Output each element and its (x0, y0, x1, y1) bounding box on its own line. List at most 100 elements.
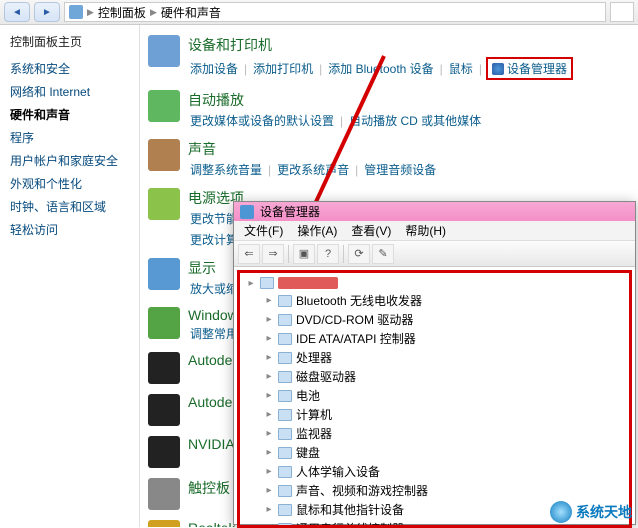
device-category-label: 电池 (296, 387, 320, 404)
breadcrumb-seg-2[interactable]: 硬件和声音 (161, 4, 221, 21)
sidebar: 控制面板主页 系统和安全网络和 Internet 硬件和声音程序用户帐户和家庭安全… (0, 25, 140, 527)
category-title[interactable]: 声音 (188, 139, 630, 159)
category-title[interactable]: 自动播放 (188, 90, 630, 110)
device-tree-node[interactable]: ▸ 监视器 (246, 424, 623, 443)
nav-forward-button[interactable]: ► (34, 2, 60, 22)
sidebar-item[interactable]: 外观和个性化 (10, 175, 129, 192)
category-link[interactable]: 更改系统声音 (275, 161, 351, 178)
sidebar-item[interactable]: 时钟、语言和区域 (10, 198, 129, 215)
breadcrumb[interactable]: ▶ 控制面板 ▶ 硬件和声音 (64, 2, 606, 22)
device-category-label: 鼠标和其他指针设备 (296, 501, 404, 518)
link-separator: | (355, 163, 358, 177)
sidebar-item[interactable]: 网络和 Internet (10, 83, 129, 100)
device-tree-panel[interactable]: ▸ ▸ Bluetooth 无线电收发器 ▸ DVD/CD-ROM 驱动器 ▸ IDE A… (237, 270, 632, 528)
category-section: 自动播放更改媒体或设备的默认设置|自动播放 CD 或其他媒体 (148, 90, 630, 129)
toolbar-properties-button[interactable]: ✎ (372, 244, 394, 264)
watermark-icon (550, 501, 572, 523)
category-title[interactable]: 设备和打印机 (188, 35, 630, 55)
expand-icon[interactable]: ▸ (264, 352, 274, 363)
device-tree-node[interactable]: ▸ Bluetooth 无线电收发器 (246, 291, 623, 310)
device-tree-node[interactable]: ▸人体学输入设备 (246, 462, 623, 481)
device-tree-node[interactable]: ▸ IDE ATA/ATAPI 控制器 (246, 329, 623, 348)
device-category-icon (278, 295, 292, 307)
category-link[interactable]: 添加打印机 (251, 60, 315, 77)
category-link[interactable]: 调整系统音量 (188, 161, 264, 178)
device-category-icon (278, 314, 292, 326)
sidebar-item[interactable]: 用户帐户和家庭安全 (10, 152, 129, 169)
device-category-label: Bluetooth 无线电收发器 (296, 292, 422, 309)
expand-icon[interactable]: ▸ (264, 485, 274, 496)
device-tree-node[interactable]: ▸ 声音、视频和游戏控制器 (246, 481, 623, 500)
device-category-icon (278, 409, 292, 421)
toolbar: ⇐ ⇒ ▣ ? ⟳ ✎ (234, 241, 635, 267)
control-panel-icon (69, 5, 83, 19)
search-button[interactable] (610, 2, 634, 22)
toolbar-separator (288, 245, 289, 263)
device-tree-node[interactable]: ▸磁盘驱动器 (246, 367, 623, 386)
device-tree-node[interactable]: ▸ 处理器 (246, 348, 623, 367)
category-icon (148, 520, 180, 527)
device-category-label: 监视器 (296, 425, 332, 442)
expand-icon[interactable]: ▸ (264, 333, 274, 344)
device-category-label: 声音、视频和游戏控制器 (296, 482, 428, 499)
expand-icon[interactable]: ▸ (264, 466, 274, 477)
menu-bar: 文件(F)操作(A)查看(V)帮助(H) (234, 221, 635, 241)
device-category-icon (278, 504, 292, 516)
toolbar-scan-button[interactable]: ⟳ (348, 244, 370, 264)
expand-icon[interactable]: ▸ (264, 371, 274, 382)
computer-name-redacted (278, 277, 338, 289)
sidebar-item[interactable]: 轻松访问 (10, 221, 129, 238)
expand-icon[interactable]: ▸ (246, 278, 256, 289)
device-category-icon (278, 485, 292, 497)
device-category-icon (278, 352, 292, 364)
expand-icon[interactable]: ▸ (264, 447, 274, 458)
category-link[interactable]: 更改媒体或设备的默认设置 (188, 112, 336, 129)
sidebar-item[interactable]: 系统和安全 (10, 60, 129, 77)
breadcrumb-seg-1[interactable]: 控制面板 (98, 4, 146, 21)
category-icon (148, 394, 180, 426)
expand-icon[interactable]: ▸ (264, 409, 274, 420)
expand-icon[interactable]: ▸ (264, 504, 274, 515)
window-titlebar[interactable]: 设备管理器 (234, 202, 635, 221)
menu-item[interactable]: 帮助(H) (399, 221, 452, 240)
computer-icon (260, 277, 274, 289)
expand-icon[interactable]: ▸ (264, 428, 274, 439)
expand-icon[interactable]: ▸ (264, 390, 274, 401)
category-link[interactable]: 自动播放 CD 或其他媒体 (347, 112, 483, 129)
menu-item[interactable]: 查看(V) (345, 221, 397, 240)
device-manager-icon (240, 205, 254, 219)
category-icon (148, 35, 180, 67)
sidebar-item[interactable]: 硬件和声音 (10, 106, 129, 123)
category-link[interactable]: 鼠标 (447, 60, 475, 77)
category-link[interactable]: 管理音频设备 (362, 161, 438, 178)
expand-icon[interactable]: ▸ (264, 523, 274, 528)
category-link[interactable]: 添加设备 (188, 60, 240, 77)
toolbar-separator (343, 245, 344, 263)
device-tree-node[interactable]: ▸ 键盘 (246, 443, 623, 462)
device-category-label: 处理器 (296, 349, 332, 366)
nav-back-button[interactable]: ◄ (4, 2, 30, 22)
toolbar-back-button[interactable]: ⇐ (238, 244, 260, 264)
link-separator: | (268, 163, 271, 177)
device-category-label: IDE ATA/ATAPI 控制器 (296, 330, 416, 347)
device-manager-link-highlighted[interactable]: 设备管理器 (486, 57, 573, 80)
device-category-label: DVD/CD-ROM 驱动器 (296, 311, 413, 328)
menu-item[interactable]: 操作(A) (291, 221, 343, 240)
expand-icon[interactable]: ▸ (264, 314, 274, 325)
expand-icon[interactable]: ▸ (264, 295, 274, 306)
sidebar-item[interactable]: 程序 (10, 129, 129, 146)
device-tree-node[interactable]: ▸ DVD/CD-ROM 驱动器 (246, 310, 623, 329)
toolbar-forward-button[interactable]: ⇒ (262, 244, 284, 264)
device-category-label: 键盘 (296, 444, 320, 461)
device-tree-node[interactable]: ▸ 电池 (246, 386, 623, 405)
toolbar-show-button[interactable]: ▣ (293, 244, 315, 264)
device-manager-icon (492, 63, 504, 75)
tree-root-node[interactable]: ▸ (246, 277, 623, 289)
category-icon (148, 90, 180, 122)
toolbar-help-button[interactable]: ? (317, 244, 339, 264)
sidebar-title: 控制面板主页 (10, 33, 129, 50)
category-icon (148, 352, 180, 384)
device-tree-node[interactable]: ▸计算机 (246, 405, 623, 424)
menu-item[interactable]: 文件(F) (238, 221, 289, 240)
category-icon (148, 307, 180, 339)
